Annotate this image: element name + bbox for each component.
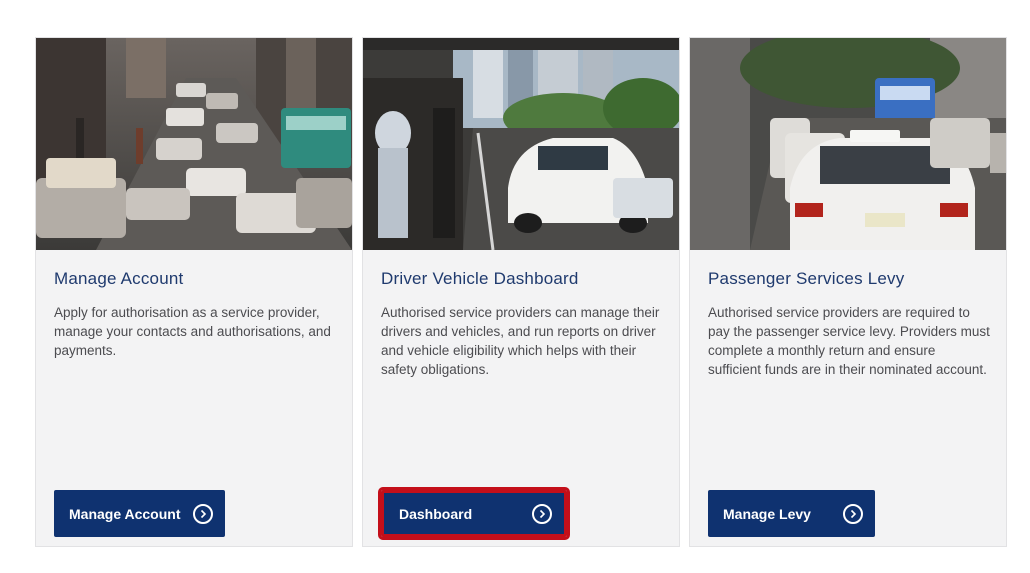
- card-title: Manage Account: [54, 269, 184, 288]
- card-title: Passenger Services Levy: [708, 269, 905, 288]
- service-cards-page: Manage Account Apply for authorisation a…: [0, 0, 1030, 573]
- button-label: Manage Account: [69, 505, 181, 522]
- card-description: Authorised service providers can manage …: [381, 305, 660, 377]
- button-label: Dashboard: [399, 505, 473, 522]
- card-description: Apply for authorisation as a service pro…: [54, 305, 331, 358]
- card-description: Authorised service providers are require…: [708, 305, 990, 377]
- chevron-right-circle-icon: [842, 503, 863, 524]
- card-passenger-services-levy: Passenger Services Levy Authorised servi…: [689, 37, 1007, 547]
- chevron-right-circle-icon: [532, 503, 553, 524]
- card-manage-account: Manage Account Apply for authorisation a…: [35, 37, 353, 547]
- button-label: Manage Levy: [723, 505, 811, 522]
- card-photo-traffic-street: [36, 38, 352, 250]
- card-photo-taxi-rank: [363, 38, 679, 250]
- card-driver-vehicle-dashboard: Driver Vehicle Dashboard Authorised serv…: [362, 37, 680, 547]
- manage-account-button[interactable]: Manage Account: [54, 490, 225, 537]
- card-photo-taxi-line: [690, 38, 1006, 250]
- manage-levy-button[interactable]: Manage Levy: [708, 490, 875, 537]
- card-title: Driver Vehicle Dashboard: [381, 269, 579, 288]
- chevron-right-circle-icon: [192, 503, 213, 524]
- dashboard-button[interactable]: Dashboard: [377, 487, 571, 540]
